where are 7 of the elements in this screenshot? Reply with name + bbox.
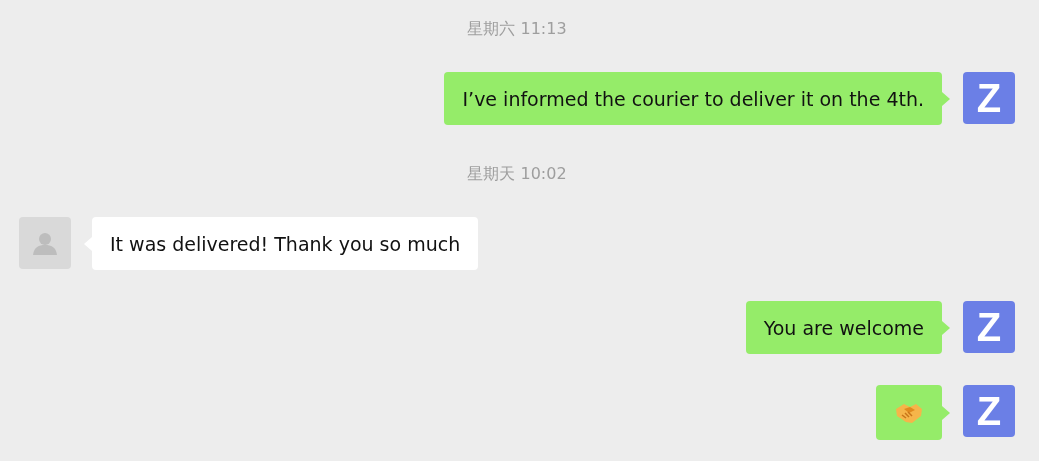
user-avatar[interactable]: Z (963, 385, 1015, 437)
timestamp: 星期天 10:02 (467, 164, 567, 184)
user-avatar[interactable]: Z (963, 72, 1015, 124)
timestamp: 星期六 11:13 (467, 19, 567, 39)
person-icon (32, 231, 58, 255)
contact-avatar[interactable] (19, 217, 71, 269)
user-avatar[interactable]: Z (963, 301, 1015, 353)
